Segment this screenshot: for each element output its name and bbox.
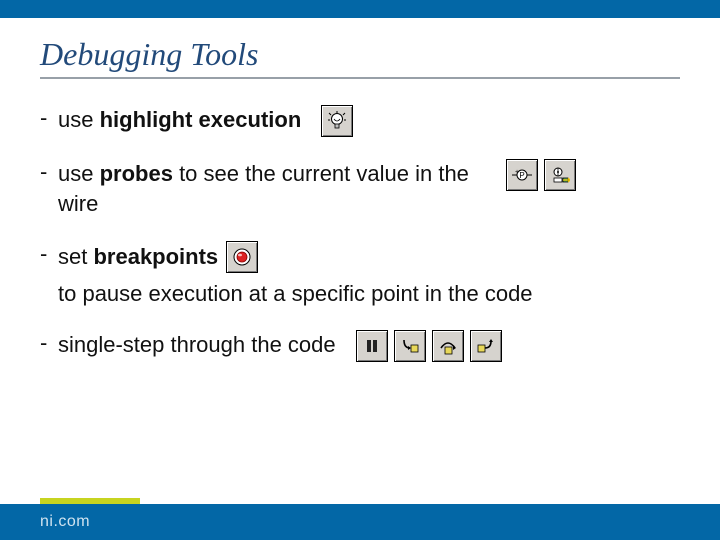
list-item: - single-step through the code (40, 330, 680, 362)
text: use (58, 161, 100, 186)
text-strong: highlight execution (100, 107, 302, 132)
text: use (58, 107, 100, 132)
step-into-icon (394, 330, 426, 362)
icon-group: P + (506, 159, 576, 191)
dash-icon: - (40, 159, 58, 185)
text: set (58, 244, 93, 269)
footer-bar: ni.com (0, 504, 720, 540)
svg-text:P: P (519, 171, 524, 180)
bullet-text: single-step through the code (58, 330, 502, 362)
text-strong: probes (100, 161, 173, 186)
brand-text: ni.com (40, 513, 90, 531)
bullet-text: set breakpoints to pause execution at a … (58, 241, 598, 309)
step-over-icon (432, 330, 464, 362)
dash-icon: - (40, 330, 58, 356)
bullet-text: use highlight execution (58, 105, 353, 137)
bullet-text: use probes to see the current value in t… (58, 159, 498, 218)
step-out-icon (470, 330, 502, 362)
bullet-list: - use highlight execution - (40, 105, 680, 362)
footer: ni.com (0, 504, 720, 540)
text: to pause execution at a specific point i… (58, 279, 533, 309)
list-item: - set breakpoints to pause execution at … (40, 241, 680, 309)
text: single-step through the code (58, 332, 336, 357)
list-item: - use probes to see the current value in… (40, 159, 680, 218)
probe-icon: P + (506, 159, 538, 191)
text-strong: breakpoints (93, 244, 218, 269)
list-item: - use highlight execution (40, 105, 680, 137)
icon-group (356, 330, 502, 362)
page-title: Debugging Tools (40, 36, 680, 73)
dash-icon: - (40, 105, 58, 131)
custom-probe-icon (544, 159, 576, 191)
icon-group (321, 105, 353, 137)
slide-content: Debugging Tools - use highlight executio… (0, 18, 720, 362)
dash-icon: - (40, 241, 58, 267)
header-bar (0, 0, 720, 18)
lightbulb-icon (321, 105, 353, 137)
breakpoint-icon (226, 241, 258, 273)
footer-accent (40, 498, 140, 504)
pause-icon (356, 330, 388, 362)
svg-text:+: + (515, 169, 519, 176)
title-underline (40, 77, 680, 79)
